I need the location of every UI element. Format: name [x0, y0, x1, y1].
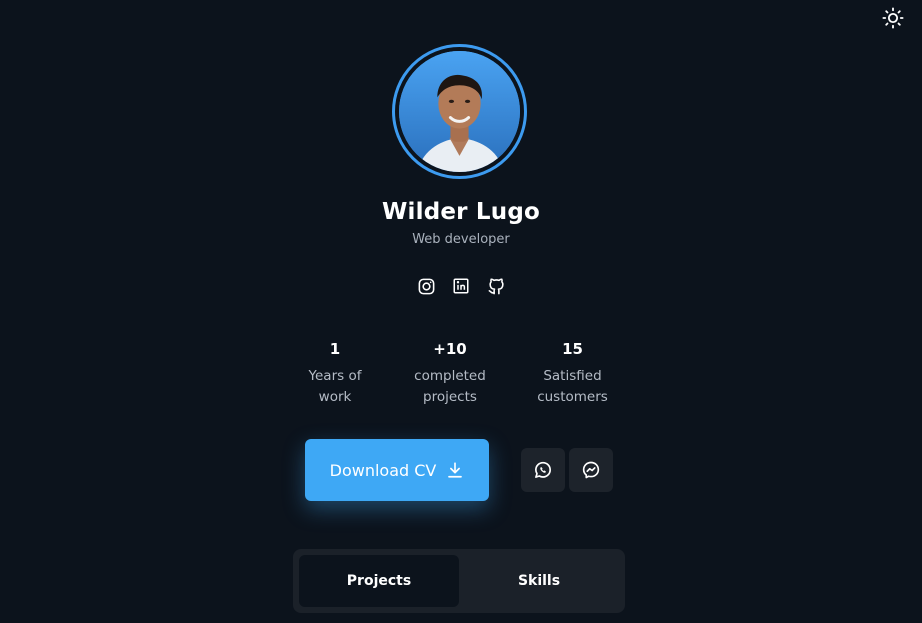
messenger-button[interactable]	[569, 448, 613, 492]
stat-label-line: completed	[414, 368, 486, 384]
tab-projects[interactable]: Projects	[299, 555, 459, 607]
stat-label: completed projects	[395, 366, 505, 408]
profile-name: Wilder Lugo	[381, 199, 541, 225]
github-icon	[488, 277, 504, 294]
section-tabs: Projects Skills	[293, 549, 625, 613]
whatsapp-button[interactable]	[521, 448, 565, 492]
stat-label: Years of work	[290, 366, 380, 408]
stat-value: 15	[562, 340, 583, 358]
social-links	[416, 276, 506, 296]
instagram-icon	[418, 278, 434, 294]
linkedin-link[interactable]	[451, 276, 471, 296]
stat-label-line: customers	[537, 389, 608, 405]
avatar	[399, 51, 520, 172]
theme-toggle-button[interactable]	[881, 6, 905, 30]
github-link[interactable]	[486, 276, 506, 296]
download-cv-button[interactable]: Download CV	[305, 439, 489, 501]
stat-value: 1	[329, 340, 341, 358]
stat-label-line: Years of	[308, 368, 362, 384]
download-icon	[448, 462, 463, 478]
avatar-ring	[392, 44, 527, 179]
messenger-icon	[582, 461, 600, 479]
stat-label-line: Satisfied	[543, 368, 602, 384]
stat-label-line: work	[318, 389, 352, 405]
profile-page: Wilder Lugo Web developer 1 Years of wor…	[0, 0, 922, 623]
stat-projects: +10 completed projects	[395, 339, 505, 408]
stat-years: 1 Years of work	[290, 339, 380, 408]
stat-customers: 15 Satisfied customers	[520, 339, 625, 408]
sun-icon	[882, 7, 904, 29]
stat-label: Satisfied customers	[520, 366, 625, 408]
download-cv-label: Download CV	[329, 460, 437, 480]
instagram-link[interactable]	[416, 276, 436, 296]
stat-value: +10	[433, 340, 467, 358]
linkedin-icon	[453, 278, 469, 294]
avatar-photo	[399, 51, 520, 172]
tab-skills[interactable]: Skills	[459, 555, 619, 607]
stat-label-line: projects	[423, 389, 477, 405]
whatsapp-icon	[535, 461, 551, 478]
profile-role: Web developer	[412, 232, 510, 247]
